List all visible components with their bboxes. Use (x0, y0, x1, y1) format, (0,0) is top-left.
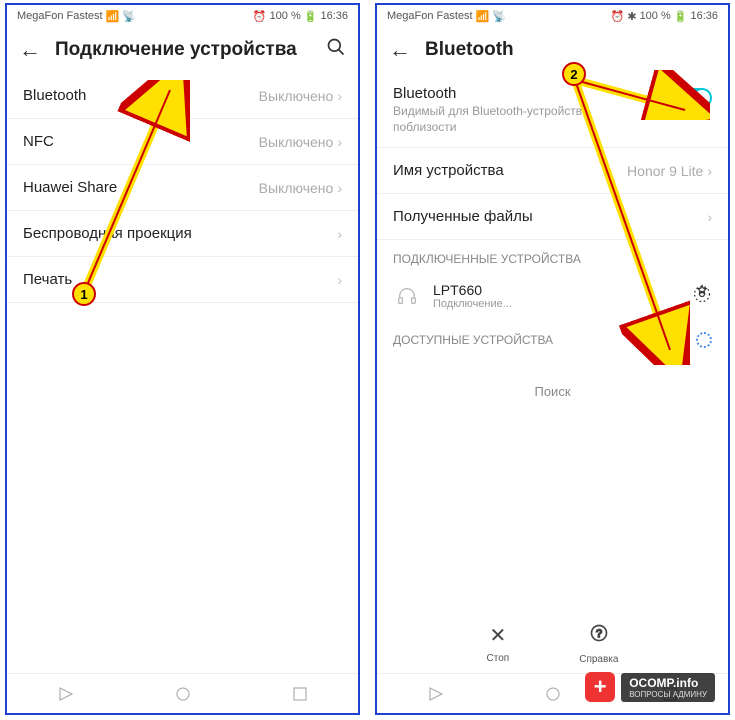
nav-home[interactable] (541, 682, 565, 706)
battery-icon: 🔋 (674, 10, 688, 23)
row-value: Выключено (259, 134, 334, 150)
device-status: Подключение... (433, 298, 680, 310)
available-devices-section: ДОСТУПНЫЕ УСТРОЙСТВА (377, 320, 728, 354)
page-title: Подключение устройства (55, 39, 312, 61)
searching-label: Поиск (377, 354, 728, 429)
row-value: Выключено (259, 88, 334, 104)
watermark-sub: ВОПРОСЫ АДМИНУ (629, 690, 707, 699)
headphones-icon (393, 282, 421, 310)
watermark-main: OCOMP.info (629, 676, 707, 690)
nav-home[interactable] (171, 682, 195, 706)
nav-recent[interactable] (288, 682, 312, 706)
signal-icon: 📶 (476, 10, 490, 23)
close-icon: ✕ (487, 623, 510, 648)
row-label: NFC (23, 133, 54, 150)
help-button[interactable]: ? Справка (579, 623, 618, 667)
row-wireless-projection[interactable]: Беспроводная проекция › (7, 211, 358, 257)
header: ← Подключение устройства (7, 27, 358, 73)
nav-bar (7, 673, 358, 713)
chevron-right-icon: › (337, 226, 342, 242)
alarm-icon: ⏰ (253, 10, 267, 23)
wifi-icon: 📡 (492, 10, 506, 23)
available-devices-header: ДОСТУПНЫЕ УСТРОЙСТВА (393, 333, 553, 347)
row-device-name[interactable]: Имя устройства Honor 9 Lite› (377, 148, 728, 194)
row-nfc[interactable]: NFC Выключено› (7, 119, 358, 165)
row-label: Беспроводная проекция (23, 225, 192, 242)
back-button[interactable]: ← (389, 37, 411, 63)
device-name: LPT660 (433, 282, 680, 298)
loading-spinner-icon (696, 332, 712, 348)
annotation-marker-1: 1 (72, 282, 96, 306)
row-value: Выключено (259, 180, 334, 196)
row-label: Полученные файлы (393, 208, 533, 225)
battery-pct: 100 % (270, 10, 301, 22)
row-value: Honor 9 Lite (627, 163, 703, 179)
nav-back[interactable] (54, 682, 78, 706)
carrier-label: MegaFon Fastest (17, 10, 103, 22)
connected-device-row[interactable]: LPT660 Подключение... (377, 272, 728, 320)
connected-devices-header: ПОДКЛЮЧЕННЫЕ УСТРОЙСТВА (377, 240, 728, 272)
status-bar: MegaFon Fastest 📶 📡 ⏰ 100 % 🔋 16:36 (7, 5, 358, 27)
bt-label: Bluetooth (393, 85, 623, 102)
clock: 16:36 (320, 10, 348, 22)
clock: 16:36 (690, 10, 718, 22)
signal-icon: 📶 (106, 10, 120, 23)
watermark-plus-icon: + (585, 672, 615, 702)
bluetooth-icon: ✱ (627, 10, 636, 23)
row-print[interactable]: Печать › (7, 257, 358, 303)
help-label: Справка (579, 654, 618, 665)
row-received-files[interactable]: Полученные файлы › (377, 194, 728, 240)
nav-back[interactable] (424, 682, 448, 706)
row-huawei-share[interactable]: Huawei Share Выключено› (7, 165, 358, 211)
chevron-right-icon: › (337, 88, 342, 104)
svg-text:?: ? (596, 628, 602, 640)
bottom-actions: ✕ Стоп ? Справка (377, 623, 728, 667)
row-label: Печать (23, 271, 72, 288)
bt-subtitle: Видимый для Bluetooth-устройств поблизос… (393, 104, 623, 135)
row-label: Huawei Share (23, 179, 117, 196)
phone-screen-right: MegaFon Fastest 📶 📡 ⏰ ✱ 100 % 🔋 16:36 ← … (375, 3, 730, 715)
row-label: Имя устройства (393, 162, 504, 179)
watermark: + OCOMP.info ВОПРОСЫ АДМИНУ (585, 672, 715, 702)
wifi-icon: 📡 (122, 10, 136, 23)
row-label: Bluetooth (23, 87, 86, 104)
chevron-right-icon: › (337, 180, 342, 196)
search-button[interactable] (326, 37, 346, 63)
help-icon: ? (579, 623, 618, 649)
alarm-icon: ⏰ (611, 10, 625, 23)
annotation-marker-2: 2 (562, 62, 586, 86)
stop-button[interactable]: ✕ Стоп (487, 623, 510, 667)
chevron-right-icon: › (337, 134, 342, 150)
back-button[interactable]: ← (19, 37, 41, 63)
device-settings-button[interactable] (692, 284, 712, 309)
chevron-right-icon: › (707, 163, 712, 179)
battery-icon: 🔋 (304, 10, 318, 23)
row-bluetooth[interactable]: Bluetooth Выключено› (7, 73, 358, 119)
bluetooth-toggle[interactable] (672, 88, 712, 108)
bluetooth-toggle-row: Bluetooth Видимый для Bluetooth-устройст… (377, 73, 728, 148)
carrier-label: MegaFon Fastest (387, 10, 473, 22)
chevron-right-icon: › (337, 272, 342, 288)
stop-label: Стоп (487, 653, 510, 664)
page-title: Bluetooth (425, 39, 716, 61)
phone-screen-left: MegaFon Fastest 📶 📡 ⏰ 100 % 🔋 16:36 ← По… (5, 3, 360, 715)
chevron-right-icon: › (707, 209, 712, 225)
header: ← Bluetooth (377, 27, 728, 73)
status-bar: MegaFon Fastest 📶 📡 ⏰ ✱ 100 % 🔋 16:36 (377, 5, 728, 27)
battery-pct: 100 % (640, 10, 671, 22)
